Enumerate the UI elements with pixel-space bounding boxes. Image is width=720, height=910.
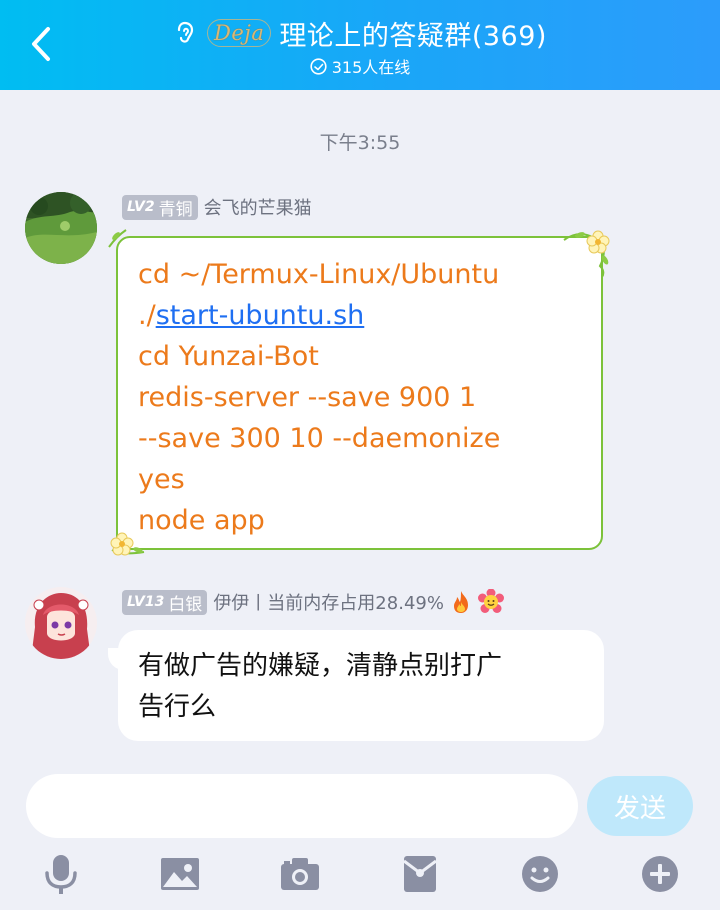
image-button[interactable]	[159, 852, 201, 896]
message-line: cd Yunzai-Bot	[138, 341, 319, 372]
level-badge: LV13 白银	[122, 589, 208, 615]
mic-icon	[45, 855, 77, 894]
sender-name[interactable]: 伊伊丨当前内存占用28.49%	[213, 589, 444, 615]
level-name: 青铜	[158, 199, 193, 220]
message-line: 有做广告的嫌疑，清静点别打广	[138, 651, 503, 681]
anime-character-avatar-image	[25, 587, 97, 659]
composer-bar: 发送	[0, 752, 720, 910]
red-packet-button[interactable]	[399, 852, 441, 896]
send-button[interactable]: 发送	[587, 776, 693, 836]
message-line: --save 300 10 --daemonize	[138, 423, 501, 454]
message-line: 告行么	[138, 692, 217, 722]
message-bubble[interactable]: cd ~/Termux-Linux/Ubuntu ./start-ubuntu.…	[116, 236, 603, 550]
message-line: ./start-ubuntu.sh	[138, 295, 583, 336]
level-value: LV13	[127, 594, 165, 610]
online-count: 315人在线	[331, 58, 411, 77]
plus-icon	[642, 856, 678, 892]
message-bubble[interactable]: 有做广告的嫌疑，清静点别打广 告行么	[118, 630, 604, 741]
message-timestamp: 下午3:55	[319, 132, 401, 154]
sender-info-row: LV13 白银 伊伊丨当前内存占用28.49%	[122, 589, 504, 615]
title-row[interactable]: Deja 理论上的答疑群(369)	[0, 13, 720, 53]
image-icon	[161, 858, 199, 890]
message-input[interactable]	[26, 774, 578, 838]
group-badge-logo: Deja	[207, 19, 272, 47]
message-line: redis-server --save 900 1	[138, 382, 477, 413]
check-circle-icon	[310, 57, 327, 75]
sender-name[interactable]: 会飞的芒果猫	[204, 194, 312, 220]
ear-icon	[173, 20, 199, 46]
level-name: 白银	[168, 594, 203, 615]
message-line: yes	[138, 464, 185, 495]
chat-header: Deja 理论上的答疑群(369) 315人在线	[0, 0, 720, 90]
group-title: 理论上的答疑群(369)	[279, 20, 547, 52]
flower-face-icon	[477, 589, 504, 613]
message-line: cd ~/Termux-Linux/Ubuntu	[138, 259, 500, 290]
fire-icon	[453, 591, 468, 613]
emoji-button[interactable]	[519, 852, 561, 896]
message-line-prefix: ./	[138, 300, 156, 331]
message-line: node app	[138, 505, 265, 536]
flower-decoration	[110, 532, 145, 556]
red-packet-icon	[403, 856, 437, 892]
mic-button[interactable]	[40, 852, 82, 896]
level-value: LV2	[127, 199, 155, 215]
leaf-decoration	[108, 229, 127, 248]
avatar[interactable]	[25, 192, 97, 264]
avatar[interactable]	[25, 587, 97, 659]
emoji-icon	[522, 856, 558, 892]
sender-info-row: LV2 青铜 会飞的芒果猫	[122, 194, 312, 220]
level-badge: LV2 青铜	[122, 194, 198, 220]
vine-flower-decoration	[563, 230, 610, 278]
more-button[interactable]	[639, 852, 681, 896]
camera-icon	[281, 858, 319, 890]
camera-button[interactable]	[279, 852, 321, 896]
script-link[interactable]: start-ubuntu.sh	[156, 300, 365, 331]
online-status[interactable]: 315人在线	[0, 55, 720, 77]
landscape-avatar-image	[25, 192, 97, 264]
